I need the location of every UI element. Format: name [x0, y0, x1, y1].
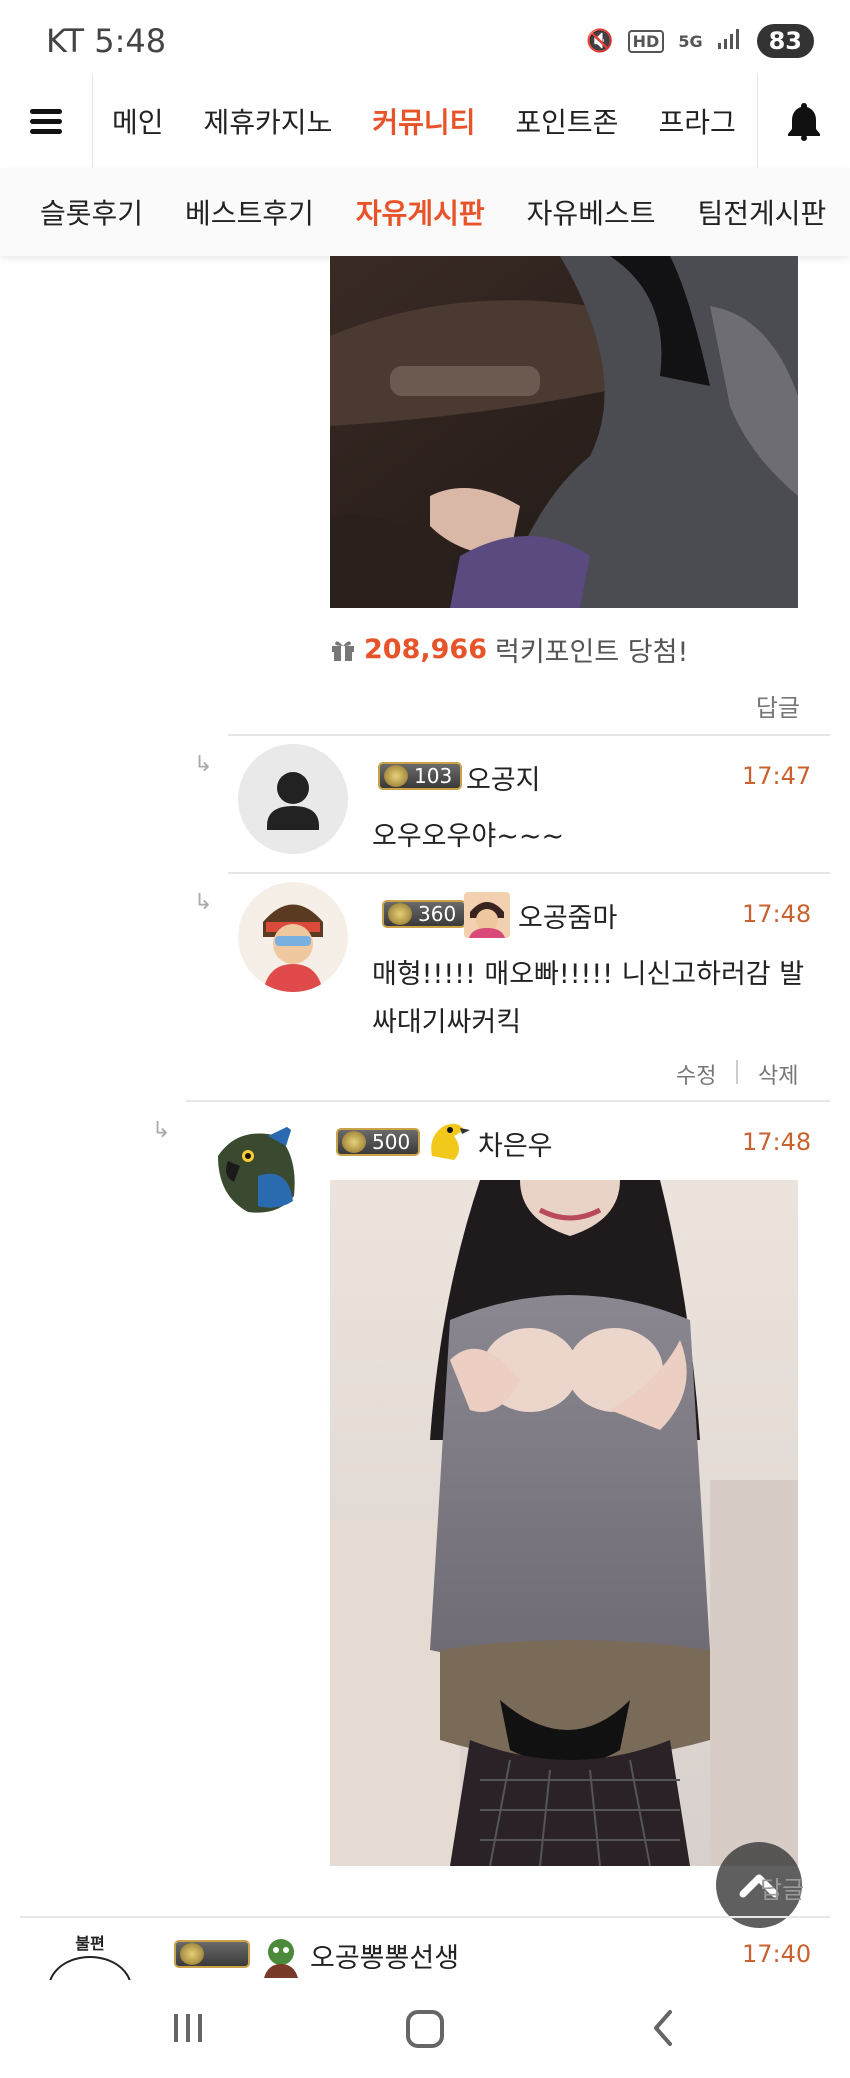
avatar[interactable]: 불편 [40, 1930, 140, 1980]
subtab-team-board[interactable]: 팀전게시판 [697, 192, 826, 232]
post-image[interactable] [330, 256, 798, 608]
lucky-points-text: 럭키포인트 당첨! [494, 637, 689, 668]
reply-arrow-icon: ↳ [152, 1118, 171, 1143]
reply-arrow-icon: ↳ [194, 752, 213, 777]
status-icons: 🔇 HD 5G 83 [586, 24, 814, 58]
mute-icon: 🔇 [586, 28, 614, 54]
carrier-time: KT 5:48 [46, 22, 167, 60]
tab-prag[interactable]: 프라그 [658, 101, 735, 141]
subtab-free-board[interactable]: 자유게시판 [356, 192, 485, 232]
gift-icon [332, 640, 354, 661]
user-avatar-image [238, 882, 348, 992]
avatar[interactable] [238, 744, 348, 854]
comment-username[interactable]: 오공지 [466, 758, 541, 797]
hamburger-icon [30, 104, 62, 139]
level-badge: 103 [378, 762, 463, 790]
comment-time: 17:40 [742, 1940, 812, 1968]
subtab-free-best[interactable]: 자유베스트 [527, 192, 656, 232]
parrot-avatar-image [198, 1116, 310, 1228]
delete-button[interactable]: 삭제 [758, 1058, 798, 1090]
reply-button[interactable]: 답글 [756, 688, 800, 723]
reply-button[interactable]: 답글 [760, 1870, 804, 1905]
tab-community[interactable]: 커뮤니티 [372, 101, 475, 141]
action-divider [736, 1060, 738, 1084]
tab-point-zone[interactable]: 포인트존 [515, 101, 618, 141]
home-icon[interactable] [404, 2008, 446, 2050]
sub-nav: 슬롯후기 베스트후기 자유게시판 자유베스트 팀전게시판 [0, 168, 850, 256]
level-badge [174, 1940, 250, 1968]
signal-icon [717, 27, 743, 55]
default-user-icon [267, 772, 319, 830]
notification-button[interactable] [757, 74, 850, 168]
tab-main[interactable]: 메인 [112, 101, 164, 141]
system-nav-bar [0, 1990, 850, 2078]
comment-time: 17:47 [742, 762, 812, 790]
subtab-best-review[interactable]: 베스트후기 [185, 192, 314, 232]
tab-partner-casino[interactable]: 제휴카지노 [204, 101, 333, 141]
bird-emblem-icon [424, 1116, 472, 1162]
hd-icon: HD [627, 29, 665, 53]
divider [228, 872, 830, 874]
lucky-points-value: 208,966 [364, 634, 487, 665]
avatar[interactable] [238, 882, 348, 992]
goblin-emblem-icon [258, 1934, 304, 1978]
comment-time: 17:48 [742, 1128, 812, 1156]
comment-username[interactable]: 오공줌마 [518, 896, 617, 935]
comment-text-line-2: 싸대기싸커킥 [372, 1007, 522, 1038]
avatar-text: 불편 [75, 1934, 105, 1953]
avatar-emblem [48, 1956, 132, 1980]
comment-text-line-1: 매형!!!!! 매오빠!!!!! 니신고하러감 발 [372, 959, 805, 990]
bell-icon [788, 103, 820, 141]
divider [20, 1916, 830, 1918]
comment-username[interactable]: 차은우 [478, 1124, 553, 1163]
level-badge: 360 [382, 900, 467, 928]
comment-image[interactable] [330, 1180, 798, 1866]
recent-apps-icon[interactable] [168, 2008, 208, 2048]
edit-button[interactable]: 수정 [676, 1058, 716, 1090]
reply-arrow-icon: ↳ [194, 890, 213, 915]
lucky-points: 208,966 럭키포인트 당첨! [330, 630, 688, 669]
main-nav: 메인 제휴카지노 커뮤니티 포인트존 프라그 [0, 74, 850, 169]
menu-button[interactable] [0, 74, 93, 168]
battery-level: 83 [756, 24, 814, 58]
status-bar: KT 5:48 🔇 HD 5G 83 [0, 0, 850, 80]
comment-username[interactable]: 오공뽕뽕선생 [310, 1936, 459, 1975]
divider [228, 734, 830, 736]
comment-time: 17:48 [742, 900, 812, 928]
main-tabs: 메인 제휴카지노 커뮤니티 포인트존 프라그 [92, 74, 758, 168]
back-icon[interactable] [648, 2008, 678, 2048]
5g-icon: 5G [678, 31, 703, 51]
user-emblem-icon [464, 892, 510, 938]
comment-text: 오우오우야~~~ [372, 821, 565, 852]
divider [186, 1100, 830, 1102]
subtab-slot-review[interactable]: 슬롯후기 [40, 192, 143, 232]
level-badge: 500 [336, 1128, 421, 1156]
avatar[interactable] [198, 1116, 310, 1228]
